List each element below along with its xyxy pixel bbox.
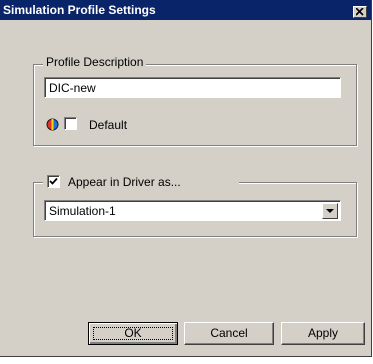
appear-in-driver-legend: Appear in Driver as... [43, 174, 239, 190]
default-checkbox[interactable] [64, 117, 77, 130]
profile-description-legend: Profile Description [43, 55, 147, 69]
apply-button[interactable]: Apply [281, 322, 365, 345]
dialog-window: Simulation Profile Settings Profile Desc… [0, 0, 372, 357]
driver-name-value: Simulation-1 [49, 204, 116, 218]
color-profile-icon [46, 118, 59, 131]
dropdown-button[interactable] [322, 203, 338, 219]
cancel-label: Cancel [210, 326, 248, 340]
apply-label: Apply [307, 326, 339, 340]
appear-in-driver-checkbox[interactable] [47, 175, 60, 188]
focus-rect [93, 327, 173, 340]
driver-name-select[interactable]: Simulation-1 [44, 200, 341, 221]
checkmark-icon [49, 177, 58, 185]
chevron-down-icon [326, 209, 334, 213]
ok-button[interactable]: OK [88, 322, 178, 345]
cancel-button[interactable]: Cancel [184, 322, 274, 345]
close-button[interactable] [353, 6, 367, 18]
window-title: Simulation Profile Settings [3, 3, 156, 17]
title-bar[interactable]: Simulation Profile Settings [0, 0, 371, 20]
close-icon [356, 8, 364, 16]
appear-in-driver-label: Appear in Driver as... [68, 175, 181, 189]
default-label: Default [89, 118, 128, 132]
profile-description-input[interactable]: DIC-new [44, 77, 341, 98]
